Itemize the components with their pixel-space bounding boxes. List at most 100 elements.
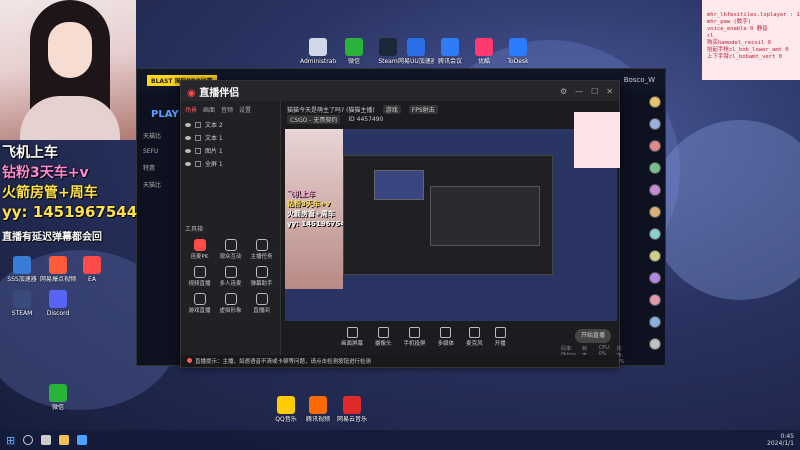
tab[interactable]: 画面	[203, 105, 215, 114]
bottom-tool-icon	[346, 327, 358, 338]
settings-icon[interactable]: ⚙	[560, 87, 567, 96]
tool-label: 主播任务	[250, 254, 273, 260]
desktop-icon[interactable]: EA	[74, 256, 110, 283]
tool-label: 连麦PK	[190, 254, 209, 260]
start-live-button[interactable]: 开始直播	[575, 329, 611, 343]
tab[interactable]: 场景	[185, 105, 197, 114]
friend-avatar[interactable]	[649, 96, 661, 108]
bottom-tool-button[interactable]: 多媒体	[438, 327, 454, 347]
friend-avatar[interactable]	[649, 272, 661, 284]
sidebar-item[interactable]: 天猫比	[143, 131, 183, 140]
sticky-note	[574, 112, 620, 168]
sidebar-item[interactable]: 天猫比	[143, 180, 183, 189]
tool-icon	[255, 266, 268, 278]
stream-preview[interactable]: 飞机上车 钻粉3天车+v 火箭房管+周车 yy: 1451967544	[285, 129, 617, 321]
desktop-icon[interactable]: 微信	[40, 384, 76, 411]
friend-avatar[interactable]	[649, 206, 661, 218]
eye-icon[interactable]	[185, 135, 191, 140]
tool-button[interactable]: 虚拟形象	[216, 293, 245, 314]
bottom-toolbar: 画面屏幕 摄像头 手机投屏 多媒体 麦克风 开播	[341, 327, 506, 347]
maximize-icon[interactable]: ☐	[591, 87, 598, 96]
desktop-icon[interactable]: 腾讯视频	[300, 396, 336, 423]
streaming-app-window[interactable]: ◉ 直播伴侣 ⚙ — ☐ ✕ 场景 画面 音频 设置 文本 2 文本 1 图片 1 全屏 1…	[180, 80, 625, 368]
system-tray[interactable]: 0:45 2024/1/1	[767, 433, 794, 447]
lock-icon[interactable]	[195, 160, 201, 167]
bottom-tool-button[interactable]: 摄像头	[375, 327, 392, 347]
tool-button[interactable]: 连麦PK	[185, 239, 214, 260]
notepad-window[interactable]: mhr_lbfexitiles.lsplayer : 1 mhr_paw (数字)…	[702, 0, 800, 80]
source-item[interactable]: 文本 1	[181, 131, 280, 144]
start-icon[interactable]: ⊞	[6, 434, 15, 447]
desktop-icon[interactable]: 微信	[336, 38, 372, 65]
desktop-icon[interactable]: 网易爆点视频	[40, 256, 76, 283]
eye-icon[interactable]	[185, 161, 191, 166]
sidebar-item[interactable]: SEFU	[143, 148, 183, 155]
tool-button[interactable]: 观众互动	[216, 239, 245, 260]
bottom-tool-button[interactable]: 手机投屏	[404, 327, 426, 347]
desktop-icon-label: Discord	[46, 310, 70, 317]
notepad-line: cl_	[707, 33, 717, 39]
tool-icon	[224, 293, 237, 305]
desktop-icon[interactable]: ToDesk	[500, 38, 536, 65]
lock-icon[interactable]	[195, 121, 201, 128]
eye-icon[interactable]	[185, 122, 191, 127]
desktop-icon[interactable]: 网易UU加速器	[398, 38, 434, 65]
desktop-icon[interactable]: Administrator	[300, 38, 336, 65]
desktop-icon[interactable]: SSS加速器	[4, 256, 40, 283]
explorer-icon[interactable]	[59, 435, 70, 445]
tab[interactable]: 音频	[221, 105, 233, 114]
tab[interactable]: 设置	[239, 105, 251, 114]
tool-label: 多人连麦	[219, 281, 242, 287]
desktop-icon-label: ToDesk	[507, 58, 529, 65]
friend-avatar[interactable]	[649, 250, 661, 262]
lock-icon[interactable]	[195, 147, 201, 154]
tool-button[interactable]: 游戏直播	[185, 293, 214, 314]
friend-avatar[interactable]	[649, 118, 661, 130]
lock-icon[interactable]	[195, 134, 201, 141]
app-icon	[509, 38, 527, 56]
tool-button[interactable]: 弹幕助手	[247, 266, 276, 287]
desktop-icon-label: 优酷	[477, 58, 490, 65]
tool-button[interactable]: 直播间	[247, 293, 276, 314]
friend-avatar[interactable]	[649, 184, 661, 196]
bottom-tool-button[interactable]: 麦克风	[466, 327, 483, 347]
source-item[interactable]: 文本 2	[181, 118, 280, 131]
eye-icon[interactable]	[185, 148, 191, 153]
stream-title[interactable]: 猫猫今天是萌主了吗? (猫猫主播)	[287, 105, 375, 114]
browser-icon[interactable]	[77, 435, 88, 445]
desktop-icon[interactable]: 优酷	[466, 38, 502, 65]
source-item[interactable]: 全屏 1	[181, 157, 280, 170]
tool-button[interactable]: 视频直播	[185, 266, 214, 287]
bottom-tool-button[interactable]: 画面屏幕	[341, 327, 363, 347]
tag-game[interactable]: 游戏	[382, 104, 401, 114]
desktop-icon[interactable]: 网易云音乐	[334, 396, 370, 423]
taskview-icon[interactable]	[41, 435, 52, 445]
bottom-tool-button[interactable]: 开播	[494, 327, 506, 347]
desktop-icon[interactable]: QQ音乐	[268, 396, 304, 423]
game-client-sidebar: 天猫比 SEFU 特惠 天猫比	[143, 131, 183, 197]
user-name[interactable]: Bosco_W	[624, 76, 655, 84]
source-item[interactable]: 图片 1	[181, 144, 280, 157]
desktop-icon[interactable]: 腾讯会议	[432, 38, 468, 65]
desktop-icon[interactable]: Discord	[40, 290, 76, 317]
desktop-icon-label: 网易爆点视频	[40, 276, 76, 283]
desktop-icon[interactable]: STEAM	[4, 290, 40, 317]
friend-avatar[interactable]	[649, 140, 661, 152]
friend-avatar[interactable]	[649, 228, 661, 240]
tool-icon	[224, 266, 237, 278]
tool-button[interactable]: 主播任务	[247, 239, 276, 260]
bottom-tool-icon	[377, 327, 389, 338]
sidebar-item[interactable]: 特惠	[143, 163, 183, 172]
friend-avatar[interactable]	[649, 338, 661, 350]
notepad-line: mhr_lbfexitiles.lsplayer : 1	[707, 12, 800, 18]
friend-avatar[interactable]	[649, 294, 661, 306]
close-icon[interactable]: ✕	[606, 87, 613, 96]
friend-avatar[interactable]	[649, 162, 661, 174]
bottom-tool-icon	[440, 327, 452, 338]
category[interactable]: CSGO - 无畏契约	[287, 114, 341, 124]
tool-button[interactable]: 多人连麦	[216, 266, 245, 287]
search-icon[interactable]	[23, 435, 34, 445]
tag-genre[interactable]: FPS射击	[408, 104, 438, 114]
friend-avatar[interactable]	[649, 316, 661, 328]
minimize-icon[interactable]: —	[575, 87, 583, 96]
